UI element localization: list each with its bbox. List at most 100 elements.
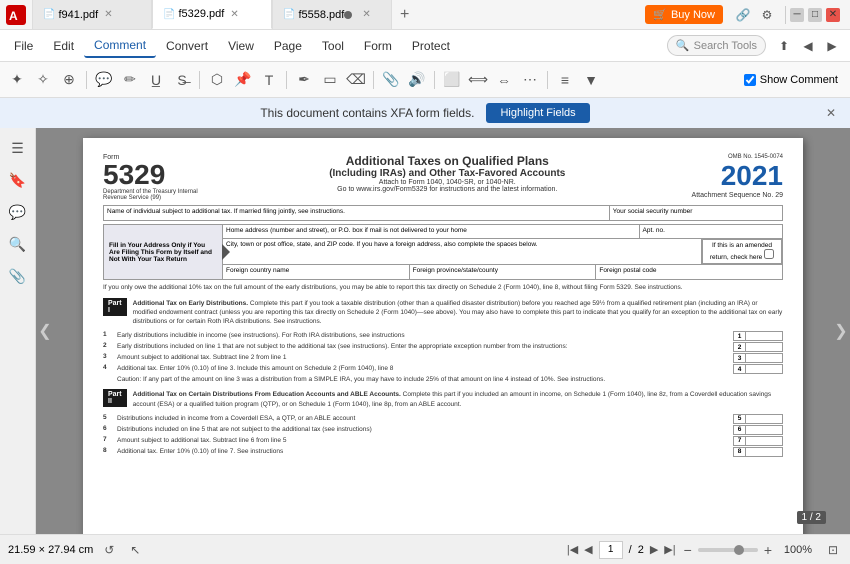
tab-f941[interactable]: 📄 f941.pdf ✕ [32, 0, 152, 29]
select-tool-icon[interactable]: ✦ [5, 68, 29, 92]
province-field[interactable]: Foreign province/state/county [410, 265, 597, 279]
hand-tool-icon[interactable]: ✧ [31, 68, 55, 92]
amended-field[interactable]: If this is an amended return, check here [702, 239, 782, 264]
last-page-button[interactable]: ▶| [664, 543, 675, 556]
back-icon[interactable]: ◀ [798, 36, 818, 56]
strikethrough-icon[interactable]: S̶ [170, 68, 194, 92]
line-box-8[interactable]: 8 [733, 447, 783, 457]
tab-close-1[interactable]: ✕ [104, 9, 112, 20]
attachment-panel-icon[interactable]: 📎 [4, 262, 32, 290]
part1-title-bold: Additional Tax on Early Distributions. [133, 300, 248, 307]
zoom-in-button[interactable]: + [764, 542, 772, 558]
measure-icon[interactable]: ⟺ [466, 68, 490, 92]
buy-now-button[interactable]: 🛒 Buy Now [645, 5, 723, 24]
page-number-input[interactable] [599, 541, 623, 559]
menu-file[interactable]: File [4, 35, 43, 57]
distance-icon[interactable]: ⇔ [492, 68, 516, 92]
tab-close-3[interactable]: ✕ [362, 9, 370, 20]
form-title-block: Additional Taxes on Qualified Plans (Inc… [203, 154, 692, 201]
xfa-close-button[interactable]: ✕ [822, 104, 840, 122]
misc-icon[interactable]: ⋯ [518, 68, 542, 92]
forward-icon[interactable]: ▶ [822, 36, 842, 56]
rotate-icon[interactable]: ↺ [99, 540, 119, 560]
menu-convert[interactable]: Convert [156, 35, 218, 57]
tab-modified-indicator-3 [344, 11, 352, 19]
line-box-7[interactable]: 7 [733, 436, 783, 446]
menu-form[interactable]: Form [354, 35, 402, 57]
left-nav-arrow[interactable]: ❮ [36, 311, 54, 351]
country-field[interactable]: Foreign country name [223, 265, 410, 279]
title-bar: A 📄 f941.pdf ✕ 📄 f5329.pdf ✕ 📄 f5558.pdf… [0, 0, 850, 30]
eraser-icon[interactable]: ⌫ [344, 68, 368, 92]
postal-field[interactable]: Foreign postal code [596, 265, 782, 279]
home-address-field[interactable]: Home address (number and street), or P.O… [223, 225, 640, 238]
sticky-note-icon[interactable]: 📌 [231, 68, 255, 92]
tab-close-2[interactable]: ✕ [230, 9, 238, 20]
show-comment-checkbox[interactable] [744, 74, 756, 86]
area-select-icon[interactable]: ⬜ [440, 68, 464, 92]
prev-page-button[interactable]: ◀ [584, 543, 592, 556]
external-link-icon[interactable]: ⬆ [774, 36, 794, 56]
line-box-6[interactable]: 6 [733, 425, 783, 435]
line-box-4[interactable]: 4 [733, 364, 783, 374]
document-area[interactable]: ❮ Form 5329 Department of the Treasury I… [36, 128, 850, 534]
menu-edit[interactable]: Edit [43, 35, 84, 57]
comment-panel-icon[interactable]: 💬 [4, 198, 32, 226]
apt-field[interactable]: Apt. no. [640, 225, 783, 238]
line-row-1: 1 Early distributions includible in inco… [103, 331, 783, 341]
highlight-fields-button[interactable]: Highlight Fields [486, 103, 589, 123]
zoom-out-button[interactable]: − [684, 542, 692, 558]
next-page-button[interactable]: ▶ [650, 543, 658, 556]
line-box-2[interactable]: 2 [733, 342, 783, 352]
navigation-panel-icon[interactable]: ☰ [4, 134, 32, 162]
line-text-2: Early distributions included on line 1 t… [117, 342, 729, 351]
cursor-mode-icon[interactable]: ↖ [125, 540, 145, 560]
minimize-button[interactable]: ─ [790, 8, 804, 22]
window-controls: ─ □ ✕ [790, 8, 846, 22]
filter-icon[interactable]: ▼ [579, 68, 603, 92]
audio-icon[interactable]: 🔊 [405, 68, 429, 92]
close-button[interactable]: ✕ [826, 8, 840, 22]
manage-icon[interactable]: ≡ [553, 68, 577, 92]
city-field[interactable]: City, town or post office, state, and ZI… [223, 239, 702, 264]
search-panel-icon[interactable]: 🔍 [4, 230, 32, 258]
shape-icon[interactable]: ▭ [318, 68, 342, 92]
maximize-button[interactable]: □ [808, 8, 822, 22]
fit-page-button[interactable]: ⊡ [824, 541, 842, 559]
underline-icon[interactable]: U̲ [144, 68, 168, 92]
xfa-message: This document contains XFA form fields. [260, 106, 474, 120]
search-tools-button[interactable]: 🔍 Search Tools [667, 35, 766, 56]
text-select-icon[interactable]: ⊕ [57, 68, 81, 92]
menu-comment[interactable]: Comment [84, 34, 156, 58]
bookmark-panel-icon[interactable]: 🔖 [4, 166, 32, 194]
share-icon[interactable]: 🔗 [733, 5, 753, 25]
line-box-3[interactable]: 3 [733, 353, 783, 363]
comment-icon[interactable]: 💬 [92, 68, 116, 92]
menu-tool[interactable]: Tool [312, 35, 354, 57]
line-box-number-6: 6 [734, 426, 746, 434]
zoom-slider[interactable] [698, 548, 758, 552]
highlight-icon[interactable]: ✏ [118, 68, 142, 92]
settings-icon[interactable]: ⚙ [757, 5, 777, 25]
line-box-1[interactable]: 1 [733, 331, 783, 341]
menu-page[interactable]: Page [264, 35, 312, 57]
menu-view[interactable]: View [218, 35, 264, 57]
tab-f5558[interactable]: 📄 f5558.pdf ✕ [272, 0, 392, 29]
new-tab-button[interactable]: + [392, 6, 417, 24]
line-text-1: Early distributions includible in income… [117, 331, 729, 340]
menu-protect[interactable]: Protect [402, 35, 460, 57]
first-page-button[interactable]: |◀ [567, 543, 578, 556]
ssn-field[interactable]: Your social security number [610, 206, 782, 220]
draw-icon[interactable]: ✒ [292, 68, 316, 92]
text-box-icon[interactable]: T [257, 68, 281, 92]
address-row-1: Home address (number and street), or P.O… [223, 225, 782, 239]
tab-f5329[interactable]: 📄 f5329.pdf ✕ [152, 0, 272, 29]
line-box-5[interactable]: 5 [733, 414, 783, 424]
stamp-icon[interactable]: ⬡ [205, 68, 229, 92]
fill-instruction-text: Fill in Your Address Only if You Are Fil… [109, 242, 217, 263]
name-field[interactable]: Name of individual subject to additional… [104, 206, 610, 220]
attach-icon[interactable]: 📎 [379, 68, 403, 92]
amended-checkbox[interactable] [764, 249, 774, 259]
right-nav-arrow[interactable]: ❯ [832, 311, 850, 351]
menu-bar: File Edit Comment Convert View Page Tool… [0, 30, 850, 62]
